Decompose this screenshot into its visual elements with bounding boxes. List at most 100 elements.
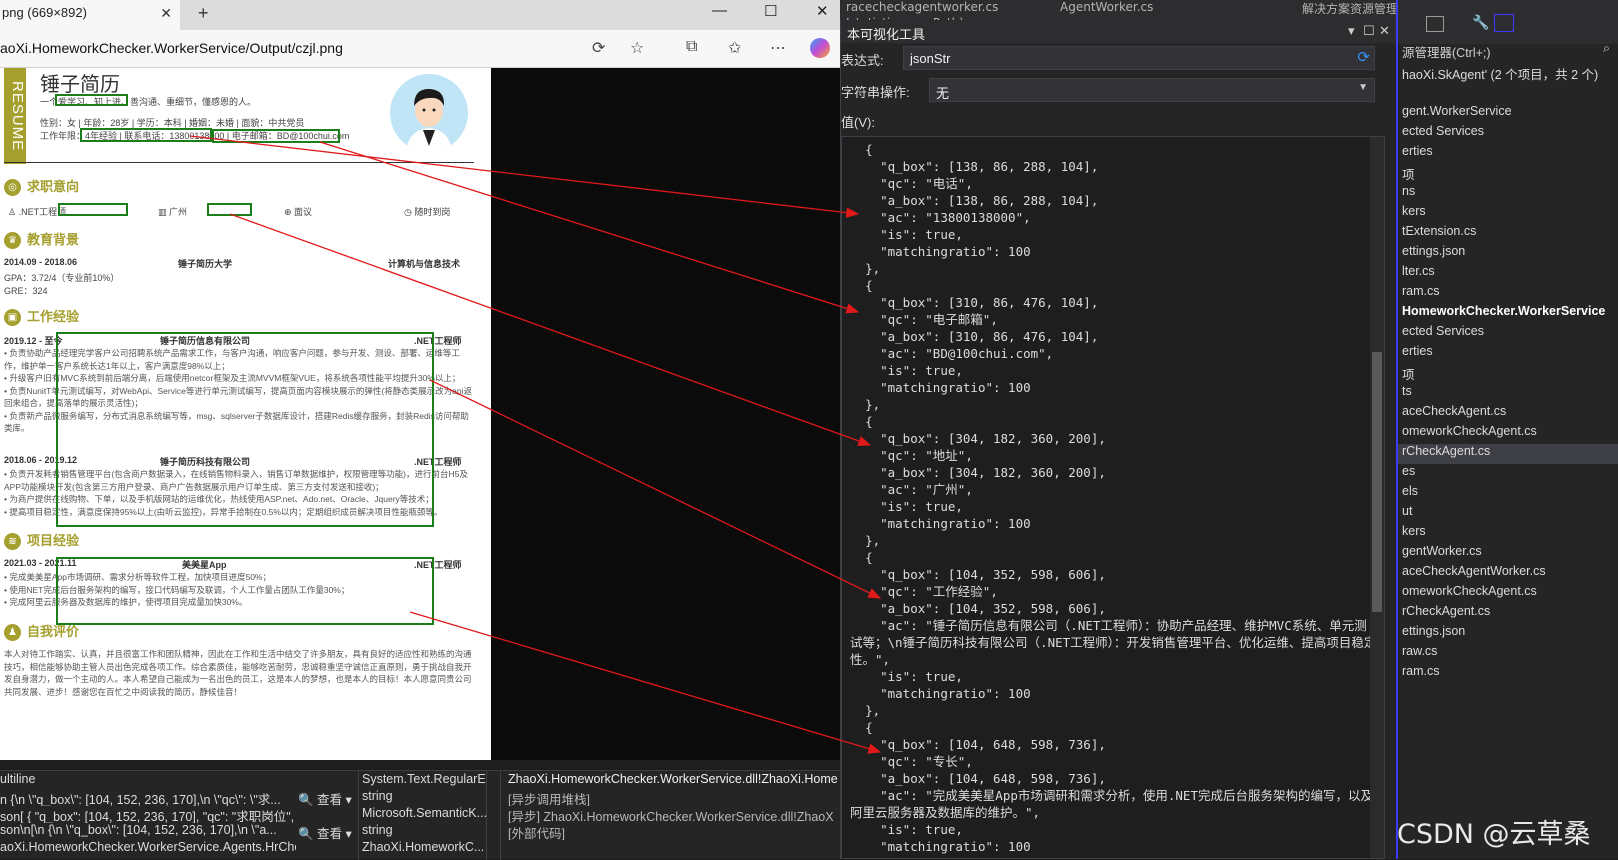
graduation-icon: ♛ [4, 232, 21, 250]
solution-tree-item[interactable]: rCheckAgent.cs [1402, 604, 1490, 624]
intent-city: ▥ 广州 [158, 207, 188, 217]
solution-tree-item[interactable]: ut [1402, 504, 1412, 524]
solution-tree-item[interactable]: omeworkCheckAgent.cs [1402, 424, 1537, 444]
locals-row[interactable]: ultiline System.Text.RegularE... [0, 772, 486, 789]
locals-row[interactable]: son[ { "q_box": [104, 152, 236, 170], "q… [0, 806, 486, 823]
solution-tree-item[interactable]: lter.cs [1402, 264, 1435, 284]
expression-value: jsonStr [910, 51, 951, 66]
view-button[interactable] [298, 772, 358, 789]
callstack-row[interactable]: [外部代码] [508, 823, 838, 840]
extensions-icon[interactable]: ⧉ [686, 38, 697, 56]
solution-search-placeholder: 源管理器(Ctrl+;) [1402, 46, 1491, 60]
annotation-box [58, 203, 128, 216]
resume-name: 锤子简历 [40, 74, 120, 96]
minimize-icon[interactable]: — [712, 2, 727, 19]
solution-tree-item[interactable]: 项 [1402, 164, 1415, 184]
solution-tree-item[interactable]: haoXi.SkAgent' (2 个项目，共 2 个) [1402, 64, 1598, 84]
ide-tab-fragment[interactable]: racecheckagentworker.cs [846, 0, 1016, 14]
solution-tree-item[interactable]: rCheckAgent.cs [1398, 444, 1618, 464]
solution-tree-item[interactable]: ettings.json [1402, 624, 1465, 644]
close-tab-icon[interactable]: ✕ [160, 5, 172, 22]
new-tab-icon[interactable]: + [198, 3, 209, 24]
stack-icon: ≋ [4, 533, 21, 551]
expression-label: 表达式: [841, 53, 884, 68]
browser-tab[interactable]: png (669×892) ✕ [0, 0, 180, 30]
solution-tree-item[interactable]: ram.cs [1402, 284, 1440, 304]
education-gpa: GPA：3.72/4（专业前10%） [4, 273, 120, 283]
view-button[interactable]: 🔍 查看 ▾ [298, 823, 358, 840]
solution-tree-item[interactable]: kers [1402, 524, 1426, 544]
view-button[interactable]: 🔍 查看 ▾ [298, 789, 358, 806]
solution-tree-item[interactable]: ts [1402, 384, 1412, 404]
locals-row[interactable]: aoXi.HomeworkChecker.WorkerService.Agent… [0, 840, 486, 857]
locals-type: ZhaoXi.HomeworkC... [362, 840, 485, 854]
value-label: 值(V): [841, 115, 875, 130]
callstack-row[interactable]: ZhaoXi.HomeworkChecker.WorkerService.dll… [508, 772, 838, 789]
maximize-icon[interactable]: ☐ [1363, 23, 1375, 39]
solution-tree-item[interactable]: ns [1402, 184, 1415, 204]
view-button[interactable] [298, 840, 358, 857]
search-icon: ⌕ [1602, 41, 1610, 55]
section-title: 求职意向 [27, 179, 80, 194]
section-work: ▣ 工作经验 [4, 306, 79, 327]
string-operation-select[interactable]: 无 ▼ [929, 78, 1375, 102]
intent-salary: ⊕ 面议 [284, 207, 313, 217]
solution-tree-item[interactable]: gentWorker.cs [1402, 544, 1482, 564]
solution-tree-item[interactable]: aceCheckAgent.cs [1402, 404, 1506, 424]
sync-view-icon[interactable] [1426, 16, 1444, 32]
locals-row[interactable]: son\n[\n {\n \"q_box\": [104, 152, 236, … [0, 823, 486, 840]
section-intent: ◎ 求职意向 [4, 176, 80, 197]
expression-input[interactable]: jsonStr ⟳ [903, 46, 1375, 70]
json-value-textbox[interactable]: { "q_box": [138, 86, 288, 104], "qc": "电… [841, 136, 1385, 859]
address-bar[interactable]: aoXi.HomeworkChecker.WorkerService/Outpu… [0, 38, 580, 60]
close-window-icon[interactable]: ✕ [816, 2, 829, 20]
locals-type: System.Text.RegularE... [362, 772, 486, 786]
solution-tree-item[interactable]: kers [1402, 204, 1426, 224]
dropdown-icon[interactable]: ▾ [1348, 23, 1355, 39]
preview-icon[interactable] [1494, 14, 1514, 32]
debug-panels: ultiline System.Text.RegularE... n {\n \"q… [0, 770, 840, 860]
solution-tree-item[interactable]: aceCheckAgentWorker.cs [1402, 564, 1546, 584]
self-desc: 本人对待工作踏实、认真，并且很富工作和团队精神，因此在工作和生活中结交了许多朋友… [4, 649, 472, 697]
solution-tree-item[interactable]: ected Services [1402, 324, 1484, 344]
solution-tree-item[interactable]: raw.cs [1402, 644, 1437, 664]
view-button[interactable] [298, 806, 358, 823]
locals-row[interactable]: n {\n \"q_box\": [104, 152, 236, 170],\n… [0, 789, 486, 806]
watermark: CSDN @云草桑 [1397, 819, 1591, 850]
copilot-icon[interactable] [810, 38, 830, 58]
solution-tree-item[interactable]: es [1402, 464, 1415, 484]
ide-tab-fragment[interactable]: AgentWorker.cs [1060, 0, 1180, 14]
solution-tree-item[interactable]: ected Services [1402, 124, 1484, 144]
close-icon[interactable]: ✕ [1379, 23, 1390, 39]
refresh-translate-icon[interactable]: ⟳ [592, 38, 605, 58]
solution-tree-item[interactable]: erties [1402, 344, 1433, 364]
browser-window: png (669×892) ✕ + — ☐ ✕ aoXi.HomeworkChe… [0, 0, 840, 760]
solution-tree-item[interactable]: els [1402, 484, 1418, 504]
locals-type: string [362, 823, 393, 837]
visualizer-title-bar: 本可视化工具 ▾ ☐ ✕ [841, 20, 1397, 43]
favorite-star-icon[interactable]: ☆ [630, 38, 644, 58]
wrench-icon[interactable]: 🔧 [1472, 14, 1489, 31]
solution-tree-item[interactable]: tExtension.cs [1402, 224, 1476, 244]
scrollbar[interactable] [1370, 137, 1384, 858]
solution-tree-item[interactable]: ram.cs [1402, 664, 1440, 684]
callstack-row[interactable]: [异步] ZhaoXi.HomeworkChecker.WorkerServic… [508, 806, 838, 823]
annotation-box [56, 332, 434, 527]
target-icon: ◎ [4, 179, 21, 197]
refresh-icon[interactable]: ⟳ [1357, 48, 1370, 66]
scrollbar-thumb[interactable] [1372, 352, 1382, 612]
solution-tree-item[interactable]: HomeworkChecker.WorkerService [1402, 304, 1605, 324]
solution-explorer: 🔧 源管理器(Ctrl+;) ⌕ haoXi.SkAgent' (2 个项目，共… [1396, 0, 1618, 859]
resume-band-text: RESUME [9, 80, 26, 152]
maximize-icon[interactable]: ☐ [764, 2, 777, 20]
solution-search-input[interactable]: 源管理器(Ctrl+;) ⌕ [1398, 40, 1618, 60]
solution-tree-item[interactable]: omeworkCheckAgent.cs [1402, 584, 1537, 604]
section-title: 自我评价 [27, 624, 80, 639]
solution-tree-item[interactable]: gent.WorkerService [1402, 104, 1512, 124]
solution-tree-item[interactable]: ettings.json [1402, 244, 1465, 264]
favorites-list-icon[interactable]: ✩ [728, 38, 741, 58]
solution-tree-item[interactable]: erties [1402, 144, 1433, 164]
solution-tree-item[interactable]: 项 [1402, 364, 1415, 384]
more-icon[interactable]: ⋯ [770, 38, 786, 58]
callstack-row[interactable]: [异步调用堆栈] [508, 789, 838, 806]
